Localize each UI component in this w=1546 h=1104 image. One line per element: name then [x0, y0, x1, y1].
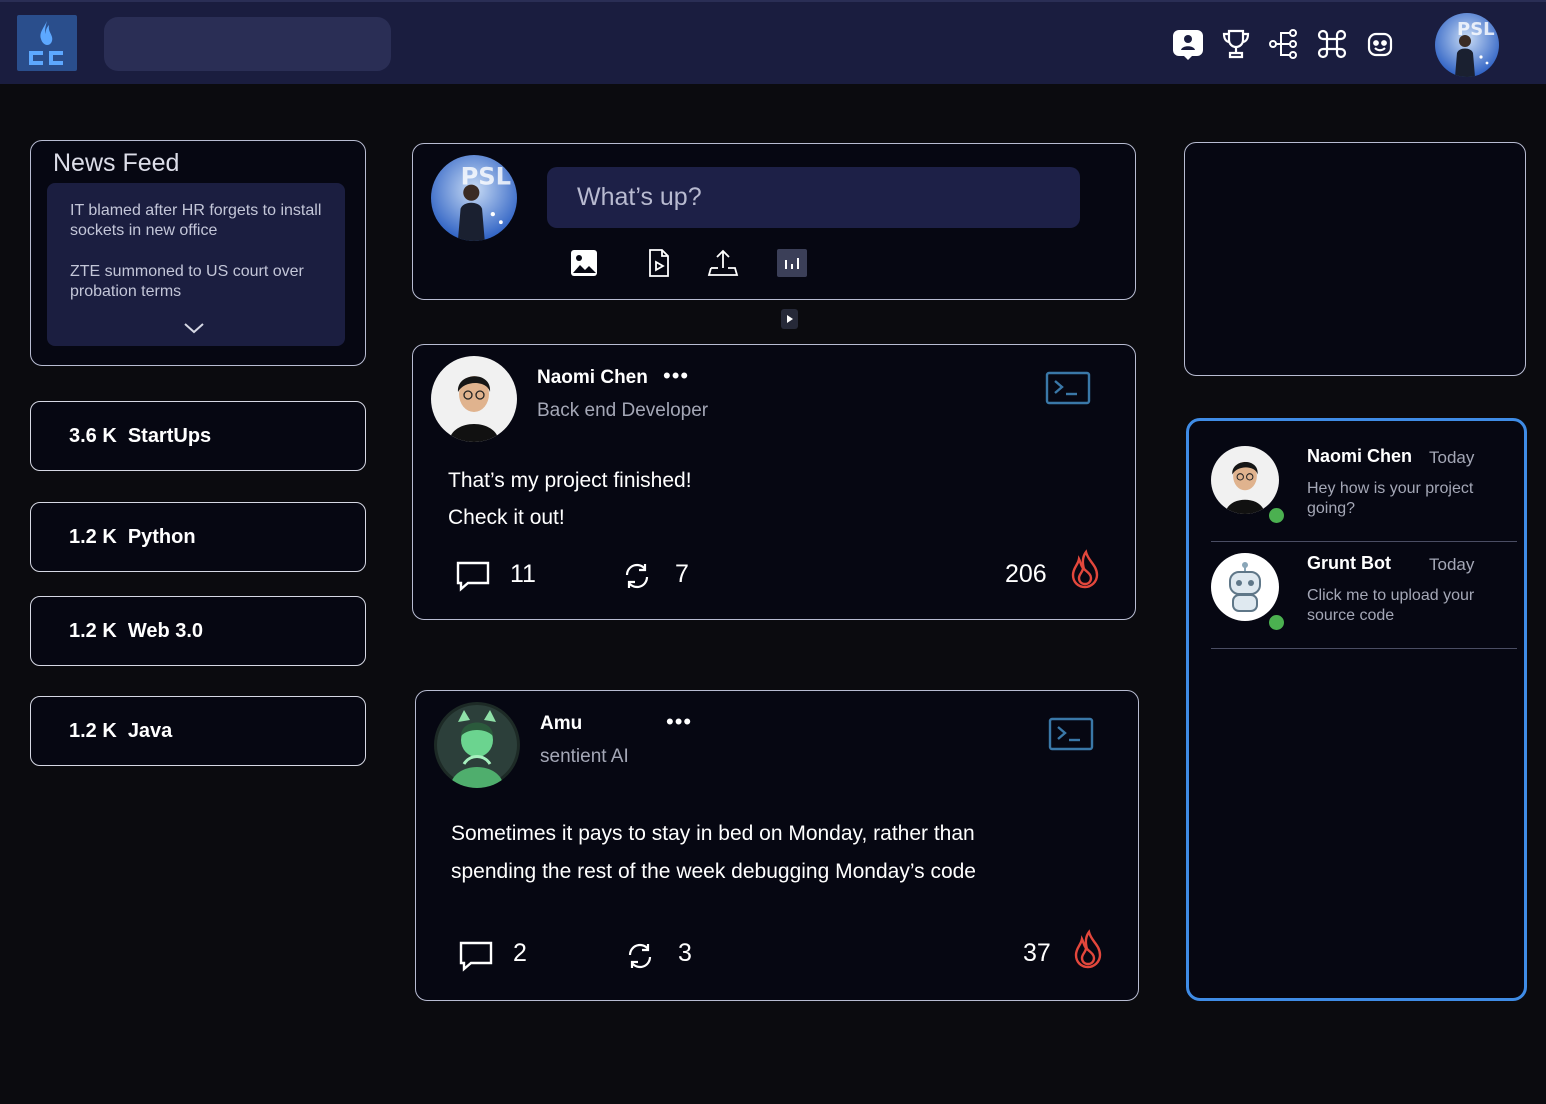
post-author-name[interactable]: Naomi Chen — [537, 367, 648, 389]
topic-name: Web 3.0 — [127, 619, 204, 642]
comment-count: 2 — [513, 939, 527, 967]
app-logo[interactable] — [17, 15, 77, 71]
sidebar-widget-panel — [1184, 142, 1526, 376]
profile-card-icon[interactable] — [1170, 26, 1206, 62]
topic-startups[interactable]: 3.6 K StartUps — [30, 401, 366, 471]
topic-name: StartUps — [127, 424, 212, 447]
user-avatar[interactable]: PSL — [1435, 13, 1499, 77]
author-avatar[interactable] — [431, 356, 517, 442]
chat-panel: Naomi Chen Today Hey how is your project… — [1186, 418, 1527, 1001]
trophy-icon[interactable] — [1218, 26, 1254, 62]
robot-face-icon[interactable] — [1362, 26, 1398, 62]
chat-item[interactable]: Grunt Bot Today Click me to upload your … — [1211, 543, 1517, 649]
topic-count: 1.2 K — [69, 619, 117, 642]
chat-contact-name: Grunt Bot — [1307, 553, 1391, 573]
repost-icon[interactable] — [626, 941, 654, 976]
user-avatar: PSL — [431, 155, 517, 241]
topic-web3[interactable]: 1.2 K Web 3.0 — [30, 596, 366, 666]
repost-count: 7 — [675, 560, 689, 588]
news-item[interactable]: ZTE summoned to US court over probation … — [70, 262, 332, 302]
topic-count: 1.2 K — [69, 525, 117, 548]
comment-icon[interactable] — [455, 560, 491, 597]
online-status-dot — [1269, 508, 1284, 523]
upload-icon[interactable] — [706, 246, 740, 280]
post-text-line: Check it out! — [448, 506, 565, 529]
news-feed-list: IT blamed after HR forgets to install so… — [47, 183, 345, 346]
post-card: Naomi Chen ••• Back end Developer That’s… — [412, 344, 1136, 620]
search-bar[interactable] — [104, 17, 391, 71]
chat-contact-name: Naomi Chen — [1307, 446, 1413, 466]
news-feed-title: News Feed — [53, 149, 180, 177]
comment-count: 11 — [510, 560, 536, 588]
post-author-name[interactable]: Amu — [540, 713, 582, 735]
compose-panel: PSL What’s up? — [412, 143, 1136, 300]
topic-count: 3.6 K — [69, 424, 117, 447]
contact-avatar — [1211, 553, 1279, 621]
chat-preview: Click me to upload your source code — [1307, 587, 1475, 624]
command-icon[interactable] — [1314, 26, 1350, 62]
compose-input[interactable]: What’s up? — [547, 167, 1080, 228]
top-bar: PSL — [0, 0, 1546, 84]
more-options-icon[interactable]: ••• — [666, 709, 692, 735]
news-item[interactable]: IT blamed after HR forgets to install so… — [70, 201, 332, 241]
terminal-icon[interactable] — [1045, 371, 1091, 410]
share-network-icon[interactable] — [1266, 26, 1302, 62]
topic-java[interactable]: 1.2 K Java — [30, 696, 366, 766]
topic-name: Java — [127, 719, 173, 742]
video-file-icon[interactable] — [642, 246, 676, 280]
post-card: Amu ••• sentient AI Sometimes it pays to… — [415, 690, 1139, 1001]
chat-item[interactable]: Naomi Chen Today Hey how is your project… — [1211, 436, 1517, 542]
flame-icon[interactable] — [1073, 929, 1103, 974]
news-feed-panel: News Feed IT blamed after HR forgets to … — [30, 140, 366, 366]
terminal-icon[interactable] — [1048, 717, 1094, 756]
comment-icon[interactable] — [458, 940, 494, 977]
author-avatar[interactable] — [434, 702, 520, 788]
image-icon[interactable] — [567, 246, 601, 280]
repost-count: 3 — [678, 939, 692, 967]
online-status-dot — [1269, 615, 1284, 630]
chat-preview: Hey how is your project going? — [1307, 480, 1474, 517]
chevron-down-icon[interactable] — [183, 321, 205, 340]
more-options-icon[interactable]: ••• — [663, 363, 689, 389]
chat-time: Today — [1429, 448, 1475, 467]
chat-time: Today — [1429, 555, 1475, 574]
post-text-line: That’s my project finished! — [448, 469, 692, 492]
contact-avatar — [1211, 446, 1279, 514]
flame-icon[interactable] — [1070, 549, 1100, 594]
post-author-role: Back end Developer — [537, 400, 709, 421]
flame-count: 206 — [1005, 560, 1047, 588]
flame-count: 37 — [1023, 939, 1051, 967]
repost-icon[interactable] — [623, 561, 651, 596]
topic-name: Python — [127, 525, 196, 548]
topic-count: 1.2 K — [69, 719, 117, 742]
chart-icon[interactable] — [775, 246, 809, 280]
post-text-line: Sometimes it pays to stay in bed on Mond… — [451, 822, 975, 845]
post-text-line: spending the rest of the week debugging … — [451, 860, 976, 883]
play-icon[interactable] — [781, 309, 798, 329]
post-author-role: sentient AI — [540, 746, 629, 767]
topic-python[interactable]: 1.2 K Python — [30, 502, 366, 572]
top-nav-icons — [1170, 26, 1398, 62]
